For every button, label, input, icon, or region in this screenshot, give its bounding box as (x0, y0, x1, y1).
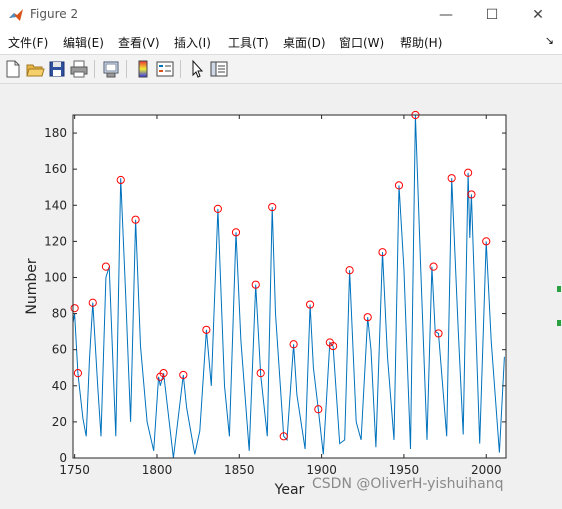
close-icon: ✕ (532, 7, 544, 23)
maximize-icon: ☐ (485, 7, 499, 23)
maximize-button[interactable]: ☐ (469, 0, 515, 30)
edge-marker (557, 320, 561, 326)
x-tick-label: 1800 (142, 463, 173, 477)
open-file-icon[interactable] (25, 59, 45, 79)
dock-arrow-icon[interactable]: ↘ (545, 34, 554, 47)
x-tick-label: 1950 (389, 463, 420, 477)
x-tick-label: 1750 (59, 463, 90, 477)
y-tick-label: 80 (52, 307, 67, 321)
y-tick-label: 160 (44, 162, 67, 176)
print-icon[interactable] (69, 59, 89, 79)
minimize-button[interactable]: — (423, 0, 469, 30)
y-tick-label: 40 (52, 379, 67, 393)
toolbar-separator (126, 60, 127, 78)
menu-desktop[interactable]: 桌面(D) (283, 34, 326, 51)
y-axis-label: Number (24, 258, 40, 314)
menu-tools[interactable]: 工具(T) (228, 34, 269, 51)
legend-icon[interactable] (155, 59, 175, 79)
y-tick-label: 20 (52, 415, 67, 429)
figure-canvas: 1750 1800 1850 1900 1950 2000 0 20 40 60 80 100 120… (0, 84, 556, 505)
x-tick-label: 1850 (224, 463, 255, 477)
toolbar-separator (94, 60, 95, 78)
y-tick-label: 0 (59, 451, 67, 465)
pointer-icon[interactable] (187, 59, 207, 79)
y-tick-label: 60 (52, 343, 67, 357)
save-icon[interactable] (47, 59, 67, 79)
title-bar: Figure 2 — ☐ ✕ (0, 0, 562, 30)
watermark-text: CSDN @OliverH-yishuihanq (312, 476, 504, 492)
y-tick-label: 120 (44, 234, 67, 248)
x-tick-label: 2000 (471, 463, 502, 477)
toolbar-separator (180, 60, 181, 78)
x-tick-label: 1900 (306, 463, 337, 477)
sunspot-line-chart: 1750 1800 1850 1900 1950 2000 0 20 40 60 80 100 120… (24, 110, 507, 498)
menu-bar: 文件(F) 编辑(E) 查看(V) 插入(I) 工具(T) 桌面(D) 窗口(W… (0, 30, 562, 54)
new-figure-icon[interactable] (3, 59, 23, 79)
matlab-app-icon (9, 9, 23, 21)
print-preview-icon[interactable] (101, 59, 121, 79)
y-tick-label: 180 (44, 126, 67, 140)
close-button[interactable]: ✕ (515, 0, 561, 30)
y-tick-label: 140 (44, 198, 67, 212)
colorbar-icon[interactable] (133, 59, 153, 79)
edge-marker (557, 286, 561, 292)
window-title: Figure 2 (30, 7, 79, 21)
y-tick-label: 100 (44, 270, 67, 284)
x-axis-label: Year (274, 482, 305, 498)
menu-help[interactable]: 帮助(H) (400, 34, 442, 51)
property-inspector-icon[interactable] (209, 59, 229, 79)
toolbar (0, 54, 562, 84)
menu-file[interactable]: 文件(F) (8, 34, 48, 51)
minimize-icon: — (439, 7, 453, 23)
menu-insert[interactable]: 插入(I) (174, 34, 211, 51)
menu-view[interactable]: 查看(V) (118, 34, 160, 51)
menu-window[interactable]: 窗口(W) (339, 34, 384, 51)
menu-edit[interactable]: 编辑(E) (63, 34, 104, 51)
